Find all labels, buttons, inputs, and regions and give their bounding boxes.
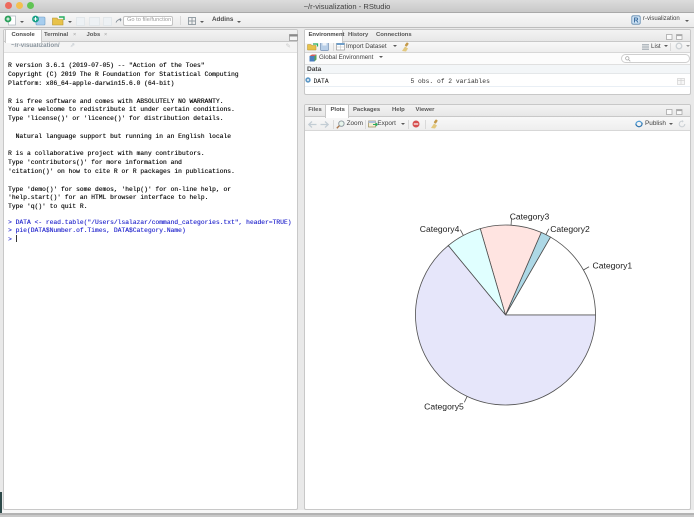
svg-text:Category1: Category1 <box>593 261 633 271</box>
svg-text:Category2: Category2 <box>550 224 590 234</box>
svg-text:Category5: Category5 <box>424 402 464 412</box>
svg-text:Category4: Category4 <box>420 224 460 234</box>
svg-text:R: R <box>633 17 638 24</box>
svg-text:Category3: Category3 <box>510 211 550 221</box>
